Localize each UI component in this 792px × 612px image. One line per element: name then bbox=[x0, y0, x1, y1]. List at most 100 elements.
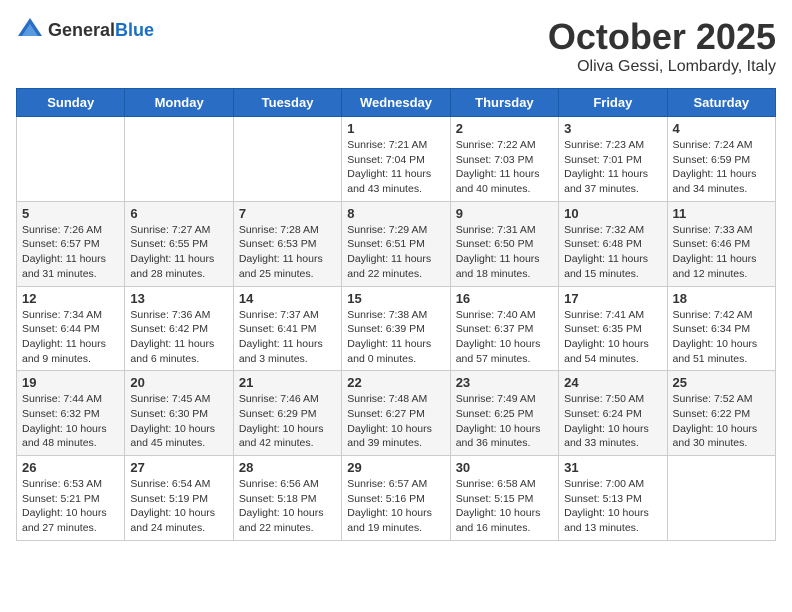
weekday-header-monday: Monday bbox=[125, 89, 233, 117]
calendar-cell: 10 Sunrise: 7:32 AM Sunset: 6:48 PM Dayli… bbox=[559, 201, 667, 286]
logo: GeneralBlue bbox=[16, 16, 154, 44]
day-info: Sunrise: 7:31 AM Sunset: 6:50 PM Dayligh… bbox=[456, 223, 553, 282]
week-row-2: 5 Sunrise: 7:26 AM Sunset: 6:57 PM Daylig… bbox=[17, 201, 776, 286]
calendar-cell: 5 Sunrise: 7:26 AM Sunset: 6:57 PM Daylig… bbox=[17, 201, 125, 286]
weekday-header-wednesday: Wednesday bbox=[342, 89, 450, 117]
calendar-cell: 29 Sunrise: 6:57 AM Sunset: 5:16 PM Dayli… bbox=[342, 456, 450, 541]
day-number: 26 bbox=[22, 460, 119, 475]
calendar-cell: 26 Sunrise: 6:53 AM Sunset: 5:21 PM Dayli… bbox=[17, 456, 125, 541]
day-info: Sunrise: 6:58 AM Sunset: 5:15 PM Dayligh… bbox=[456, 477, 553, 536]
calendar-cell: 27Sunrise: 6:54 AM Sunset: 5:19 PM Dayli… bbox=[125, 456, 233, 541]
day-info: Sunrise: 7:00 AM Sunset: 5:13 PM Dayligh… bbox=[564, 477, 661, 536]
day-info: Sunrise: 7:44 AM Sunset: 6:32 PM Dayligh… bbox=[22, 392, 119, 451]
day-number: 9 bbox=[456, 206, 553, 221]
calendar-cell: 25Sunrise: 7:52 AM Sunset: 6:22 PM Dayli… bbox=[667, 371, 775, 456]
day-number: 28 bbox=[239, 460, 336, 475]
page-header: GeneralBlue October 2025 Oliva Gessi, Lo… bbox=[16, 16, 776, 76]
day-info: Sunrise: 7:24 AM Sunset: 6:59 PM Dayligh… bbox=[673, 138, 770, 197]
day-number: 2 bbox=[456, 121, 553, 136]
day-number: 3 bbox=[564, 121, 661, 136]
calendar-cell: 30 Sunrise: 6:58 AM Sunset: 5:15 PM Dayli… bbox=[450, 456, 558, 541]
calendar-cell: 15Sunrise: 7:38 AM Sunset: 6:39 PM Dayli… bbox=[342, 286, 450, 371]
month-title: October 2025 bbox=[548, 16, 776, 58]
calendar-cell: 16 Sunrise: 7:40 AM Sunset: 6:37 PM Dayli… bbox=[450, 286, 558, 371]
weekday-header-saturday: Saturday bbox=[667, 89, 775, 117]
day-number: 29 bbox=[347, 460, 444, 475]
calendar-cell: 8Sunrise: 7:29 AM Sunset: 6:51 PM Daylig… bbox=[342, 201, 450, 286]
calendar-cell: 13Sunrise: 7:36 AM Sunset: 6:42 PM Dayli… bbox=[125, 286, 233, 371]
day-info: Sunrise: 7:48 AM Sunset: 6:27 PM Dayligh… bbox=[347, 392, 444, 451]
day-info: Sunrise: 7:45 AM Sunset: 6:30 PM Dayligh… bbox=[130, 392, 227, 451]
day-number: 6 bbox=[130, 206, 227, 221]
day-info: Sunrise: 7:32 AM Sunset: 6:48 PM Dayligh… bbox=[564, 223, 661, 282]
day-info: Sunrise: 7:33 AM Sunset: 6:46 PM Dayligh… bbox=[673, 223, 770, 282]
day-number: 18 bbox=[673, 291, 770, 306]
weekday-header-friday: Friday bbox=[559, 89, 667, 117]
day-number: 16 bbox=[456, 291, 553, 306]
day-number: 21 bbox=[239, 375, 336, 390]
day-number: 7 bbox=[239, 206, 336, 221]
day-number: 27 bbox=[130, 460, 227, 475]
day-info: Sunrise: 7:21 AM Sunset: 7:04 PM Dayligh… bbox=[347, 138, 444, 197]
calendar-cell bbox=[17, 117, 125, 202]
logo-blue: Blue bbox=[115, 20, 154, 40]
calendar-cell: 9 Sunrise: 7:31 AM Sunset: 6:50 PM Daylig… bbox=[450, 201, 558, 286]
day-number: 19 bbox=[22, 375, 119, 390]
logo-general: General bbox=[48, 20, 115, 40]
calendar-cell: 22 Sunrise: 7:48 AM Sunset: 6:27 PM Dayli… bbox=[342, 371, 450, 456]
day-info: Sunrise: 7:36 AM Sunset: 6:42 PM Dayligh… bbox=[130, 308, 227, 367]
calendar-cell: 7 Sunrise: 7:28 AM Sunset: 6:53 PM Daylig… bbox=[233, 201, 341, 286]
day-number: 5 bbox=[22, 206, 119, 221]
calendar-cell: 4 Sunrise: 7:24 AM Sunset: 6:59 PM Daylig… bbox=[667, 117, 775, 202]
day-number: 1 bbox=[347, 121, 444, 136]
weekday-header-thursday: Thursday bbox=[450, 89, 558, 117]
calendar-cell bbox=[233, 117, 341, 202]
calendar-cell: 12Sunrise: 7:34 AM Sunset: 6:44 PM Dayli… bbox=[17, 286, 125, 371]
calendar-cell: 2 Sunrise: 7:22 AM Sunset: 7:03 PM Daylig… bbox=[450, 117, 558, 202]
day-number: 11 bbox=[673, 206, 770, 221]
day-number: 22 bbox=[347, 375, 444, 390]
day-number: 24 bbox=[564, 375, 661, 390]
logo-icon bbox=[16, 16, 44, 44]
day-number: 20 bbox=[130, 375, 227, 390]
day-info: Sunrise: 7:29 AM Sunset: 6:51 PM Dayligh… bbox=[347, 223, 444, 282]
day-info: Sunrise: 7:37 AM Sunset: 6:41 PM Dayligh… bbox=[239, 308, 336, 367]
week-row-4: 19 Sunrise: 7:44 AM Sunset: 6:32 PM Dayli… bbox=[17, 371, 776, 456]
location-title: Oliva Gessi, Lombardy, Italy bbox=[548, 58, 776, 76]
calendar-cell: 1 Sunrise: 7:21 AM Sunset: 7:04 PM Daylig… bbox=[342, 117, 450, 202]
day-number: 15 bbox=[347, 291, 444, 306]
day-info: Sunrise: 7:42 AM Sunset: 6:34 PM Dayligh… bbox=[673, 308, 770, 367]
day-number: 25 bbox=[673, 375, 770, 390]
day-info: Sunrise: 7:28 AM Sunset: 6:53 PM Dayligh… bbox=[239, 223, 336, 282]
calendar-cell: 18 Sunrise: 7:42 AM Sunset: 6:34 PM Dayli… bbox=[667, 286, 775, 371]
day-info: Sunrise: 6:57 AM Sunset: 5:16 PM Dayligh… bbox=[347, 477, 444, 536]
calendar-cell: 20 Sunrise: 7:45 AM Sunset: 6:30 PM Dayli… bbox=[125, 371, 233, 456]
day-info: Sunrise: 6:56 AM Sunset: 5:18 PM Dayligh… bbox=[239, 477, 336, 536]
day-number: 14 bbox=[239, 291, 336, 306]
week-row-1: 1 Sunrise: 7:21 AM Sunset: 7:04 PM Daylig… bbox=[17, 117, 776, 202]
day-number: 10 bbox=[564, 206, 661, 221]
calendar-cell: 21Sunrise: 7:46 AM Sunset: 6:29 PM Dayli… bbox=[233, 371, 341, 456]
day-info: Sunrise: 7:41 AM Sunset: 6:35 PM Dayligh… bbox=[564, 308, 661, 367]
day-number: 23 bbox=[456, 375, 553, 390]
calendar-cell bbox=[667, 456, 775, 541]
day-number: 12 bbox=[22, 291, 119, 306]
day-number: 4 bbox=[673, 121, 770, 136]
weekday-header-sunday: Sunday bbox=[17, 89, 125, 117]
day-number: 31 bbox=[564, 460, 661, 475]
week-row-5: 26 Sunrise: 6:53 AM Sunset: 5:21 PM Dayli… bbox=[17, 456, 776, 541]
calendar-cell: 3Sunrise: 7:23 AM Sunset: 7:01 PM Daylig… bbox=[559, 117, 667, 202]
calendar-cell: 28 Sunrise: 6:56 AM Sunset: 5:18 PM Dayli… bbox=[233, 456, 341, 541]
calendar-cell: 14 Sunrise: 7:37 AM Sunset: 6:41 PM Dayli… bbox=[233, 286, 341, 371]
day-info: Sunrise: 7:49 AM Sunset: 6:25 PM Dayligh… bbox=[456, 392, 553, 451]
calendar-cell: 17 Sunrise: 7:41 AM Sunset: 6:35 PM Dayli… bbox=[559, 286, 667, 371]
calendar-cell: 23 Sunrise: 7:49 AM Sunset: 6:25 PM Dayli… bbox=[450, 371, 558, 456]
day-info: Sunrise: 6:53 AM Sunset: 5:21 PM Dayligh… bbox=[22, 477, 119, 536]
day-info: Sunrise: 7:22 AM Sunset: 7:03 PM Dayligh… bbox=[456, 138, 553, 197]
day-number: 30 bbox=[456, 460, 553, 475]
day-number: 17 bbox=[564, 291, 661, 306]
weekday-header-tuesday: Tuesday bbox=[233, 89, 341, 117]
day-info: Sunrise: 7:50 AM Sunset: 6:24 PM Dayligh… bbox=[564, 392, 661, 451]
day-info: Sunrise: 7:40 AM Sunset: 6:37 PM Dayligh… bbox=[456, 308, 553, 367]
day-info: Sunrise: 7:26 AM Sunset: 6:57 PM Dayligh… bbox=[22, 223, 119, 282]
